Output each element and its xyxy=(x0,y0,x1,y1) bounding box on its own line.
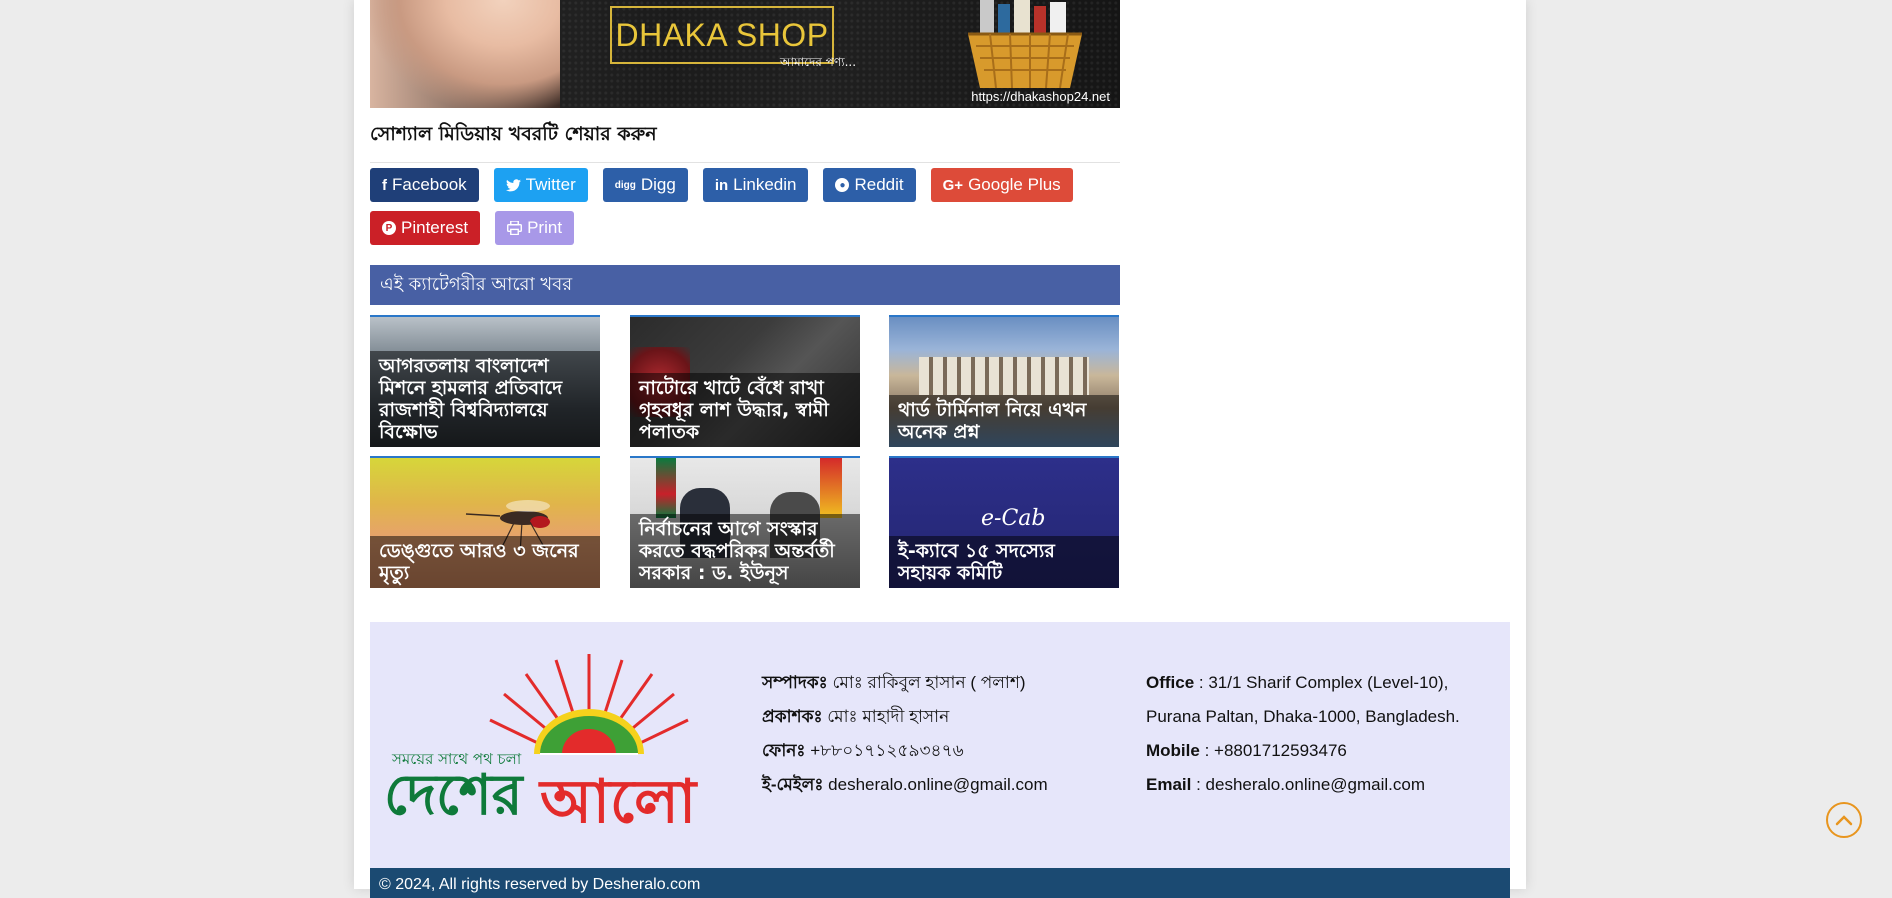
ad-url: https://dhakashop24.net xyxy=(971,89,1110,104)
gift-basket-icon xyxy=(968,0,1082,88)
facebook-icon: f xyxy=(382,176,387,194)
editor-line: সম্পাদকঃ মোঃ রাকিবুল হাসান ( পলাশ) xyxy=(762,666,1048,700)
pinterest-share-label: Pinterest xyxy=(401,218,469,237)
email-address-bn[interactable]: desheralo.online@gmail.com xyxy=(828,775,1047,794)
linkedin-share-button[interactable]: in Linkedin xyxy=(702,168,809,202)
ad-logo-text: DHAKA SHOP xyxy=(615,16,829,53)
email-line-bn: ই-মেইলঃ desheralo.online@gmail.com xyxy=(762,768,1048,802)
e-cab-logo: e-Cab xyxy=(981,506,1046,531)
publisher-line: প্রকাশকঃ মোঃ মাহাদী হাসান xyxy=(762,700,1048,734)
twitter-icon xyxy=(505,178,521,191)
mobile-number: : +8801712593476 xyxy=(1199,741,1347,760)
copyright-bar: © 2024, All rights reserved by Desheralo… xyxy=(370,868,1510,898)
twitter-share-label: Twitter xyxy=(525,175,576,194)
mobile-line: Mobile : +8801712593476 xyxy=(1146,734,1460,768)
facebook-share-label: Facebook xyxy=(392,175,467,194)
email-label: Email xyxy=(1146,775,1192,794)
footer-contact-en: Office : 31/1 Sharif Complex (Level-10),… xyxy=(1146,666,1460,802)
share-buttons-row-2: P Pinterest Print xyxy=(370,211,575,245)
google-plus-icon: G+ xyxy=(942,176,964,194)
pinterest-share-button[interactable]: P Pinterest xyxy=(370,211,481,245)
news-title: ই-ক্যাবে ১৫ সদস্যের সহায়ক কমিটি xyxy=(889,536,1119,588)
share-heading: সোশ্যাল মিডিয়ায় খবরটি শেয়ার করুন xyxy=(370,120,1120,163)
publisher-name: মোঃ মাহাদী হাসান xyxy=(827,707,950,726)
pinterest-icon: P xyxy=(382,221,396,235)
news-title: নাটোরে খাটে বেঁধে রাখা গৃহবধূর লাশ উদ্ধা… xyxy=(630,373,860,447)
editor-label: সম্পাদকঃ xyxy=(762,673,828,692)
site-footer: সময়ের সাথে পথ চলা দেশের আলো সম্পাদকঃ মো… xyxy=(370,622,1510,868)
digg-icon: digg xyxy=(614,179,636,191)
editor-name: মোঃ রাকিবুল হাসান ( পলাশ) xyxy=(832,673,1026,692)
more-news-header: এই ক্যাটেগরীর আরো খবর xyxy=(370,265,1120,305)
news-card[interactable]: আগরতলায় বাংলাদেশ মিশনে হামলার প্রতিবাদে… xyxy=(370,315,600,447)
twitter-share-button[interactable]: Twitter xyxy=(493,168,588,202)
phone-label: ফোনঃ xyxy=(762,741,806,760)
google-plus-share-button[interactable]: G+ Google Plus xyxy=(930,168,1073,202)
chevron-up-icon xyxy=(1835,815,1853,826)
news-card[interactable]: থার্ড টার্মিনাল নিয়ে এখন অনেক প্রশ্ন xyxy=(889,315,1119,447)
print-label: Print xyxy=(527,218,563,237)
ad-model-image xyxy=(370,0,560,108)
digg-share-label: Digg xyxy=(640,175,676,194)
email-address[interactable]: : desheralo.online@gmail.com xyxy=(1191,775,1425,794)
office-line: Office : 31/1 Sharif Complex (Level-10), xyxy=(1146,666,1460,700)
news-title: থার্ড টার্মিনাল নিয়ে এখন অনেক প্রশ্ন xyxy=(889,395,1119,447)
office-address-1: : 31/1 Sharif Complex (Level-10), xyxy=(1194,673,1449,692)
print-icon xyxy=(507,221,523,235)
facebook-share-button[interactable]: f Facebook xyxy=(370,168,479,202)
news-title: আগরতলায় বাংলাদেশ মিশনে হামলার প্রতিবাদে… xyxy=(370,351,600,447)
email-line: Email : desheralo.online@gmail.com xyxy=(1146,768,1460,802)
office-address-2: Purana Paltan, Dhaka-1000, Bangladesh. xyxy=(1146,707,1460,726)
mobile-label: Mobile xyxy=(1146,741,1200,760)
ad-tagline: আমাদের পণ্য... xyxy=(780,55,857,69)
logo-name-part2: আলো xyxy=(538,767,699,834)
linkedin-icon: in xyxy=(714,176,729,194)
phone-line: ফোনঃ +৮৮০১৭১২৫৯৩৪৭৬ xyxy=(762,734,1048,768)
news-card[interactable]: e-Cab ই-ক্যাবে ১৫ সদস্যের সহায়ক কমিটি xyxy=(889,456,1119,588)
page-container: DHAKA SHOP আমাদের পণ্য... https://dhakas… xyxy=(354,0,1526,898)
news-card[interactable]: নির্বাচনের আগে সংস্কার করতে বদ্ধপরিকর অন… xyxy=(630,456,860,588)
news-title: ডেঙ্গুতে আরও ৩ জনের মৃত্যু xyxy=(370,536,600,588)
office-label: Office xyxy=(1146,673,1195,692)
news-card[interactable]: নাটোরে খাটে বেঁধে রাখা গৃহবধূর লাশ উদ্ধা… xyxy=(630,315,860,447)
print-button[interactable]: Print xyxy=(495,211,575,245)
news-title: নির্বাচনের আগে সংস্কার করতে বদ্ধপরিকর অন… xyxy=(630,514,860,588)
logo-name-part1: দেশের xyxy=(384,763,525,828)
reddit-icon: ● xyxy=(835,178,850,192)
digg-share-button[interactable]: digg Digg xyxy=(602,168,688,202)
news-card[interactable]: ডেঙ্গুতে আরও ৩ জনের মৃত্যু xyxy=(370,456,600,588)
footer-contact-bn: সম্পাদকঃ মোঃ রাকিবুল হাসান ( পলাশ) প্রকা… xyxy=(762,666,1048,802)
scroll-to-top-button[interactable] xyxy=(1826,802,1862,838)
dhaka-shop-ad-banner[interactable]: DHAKA SHOP আমাদের পণ্য... https://dhakas… xyxy=(370,0,1120,108)
phone-number: +৮৮০১৭১২৫৯৩৪৭৬ xyxy=(810,741,964,760)
desheralo-logo[interactable]: সময়ের সাথে পথ চলা দেশের আলো xyxy=(384,654,734,834)
reddit-share-button[interactable]: ● Reddit xyxy=(823,168,916,202)
share-buttons-row-1: f Facebook Twitter digg Digg in Linkedin… xyxy=(370,168,1073,202)
google-plus-share-label: Google Plus xyxy=(968,175,1061,194)
email-label-bn: ই-মেইলঃ xyxy=(762,775,824,794)
publisher-label: প্রকাশকঃ xyxy=(762,707,823,726)
reddit-share-label: Reddit xyxy=(854,175,904,194)
linkedin-share-label: Linkedin xyxy=(733,175,797,194)
